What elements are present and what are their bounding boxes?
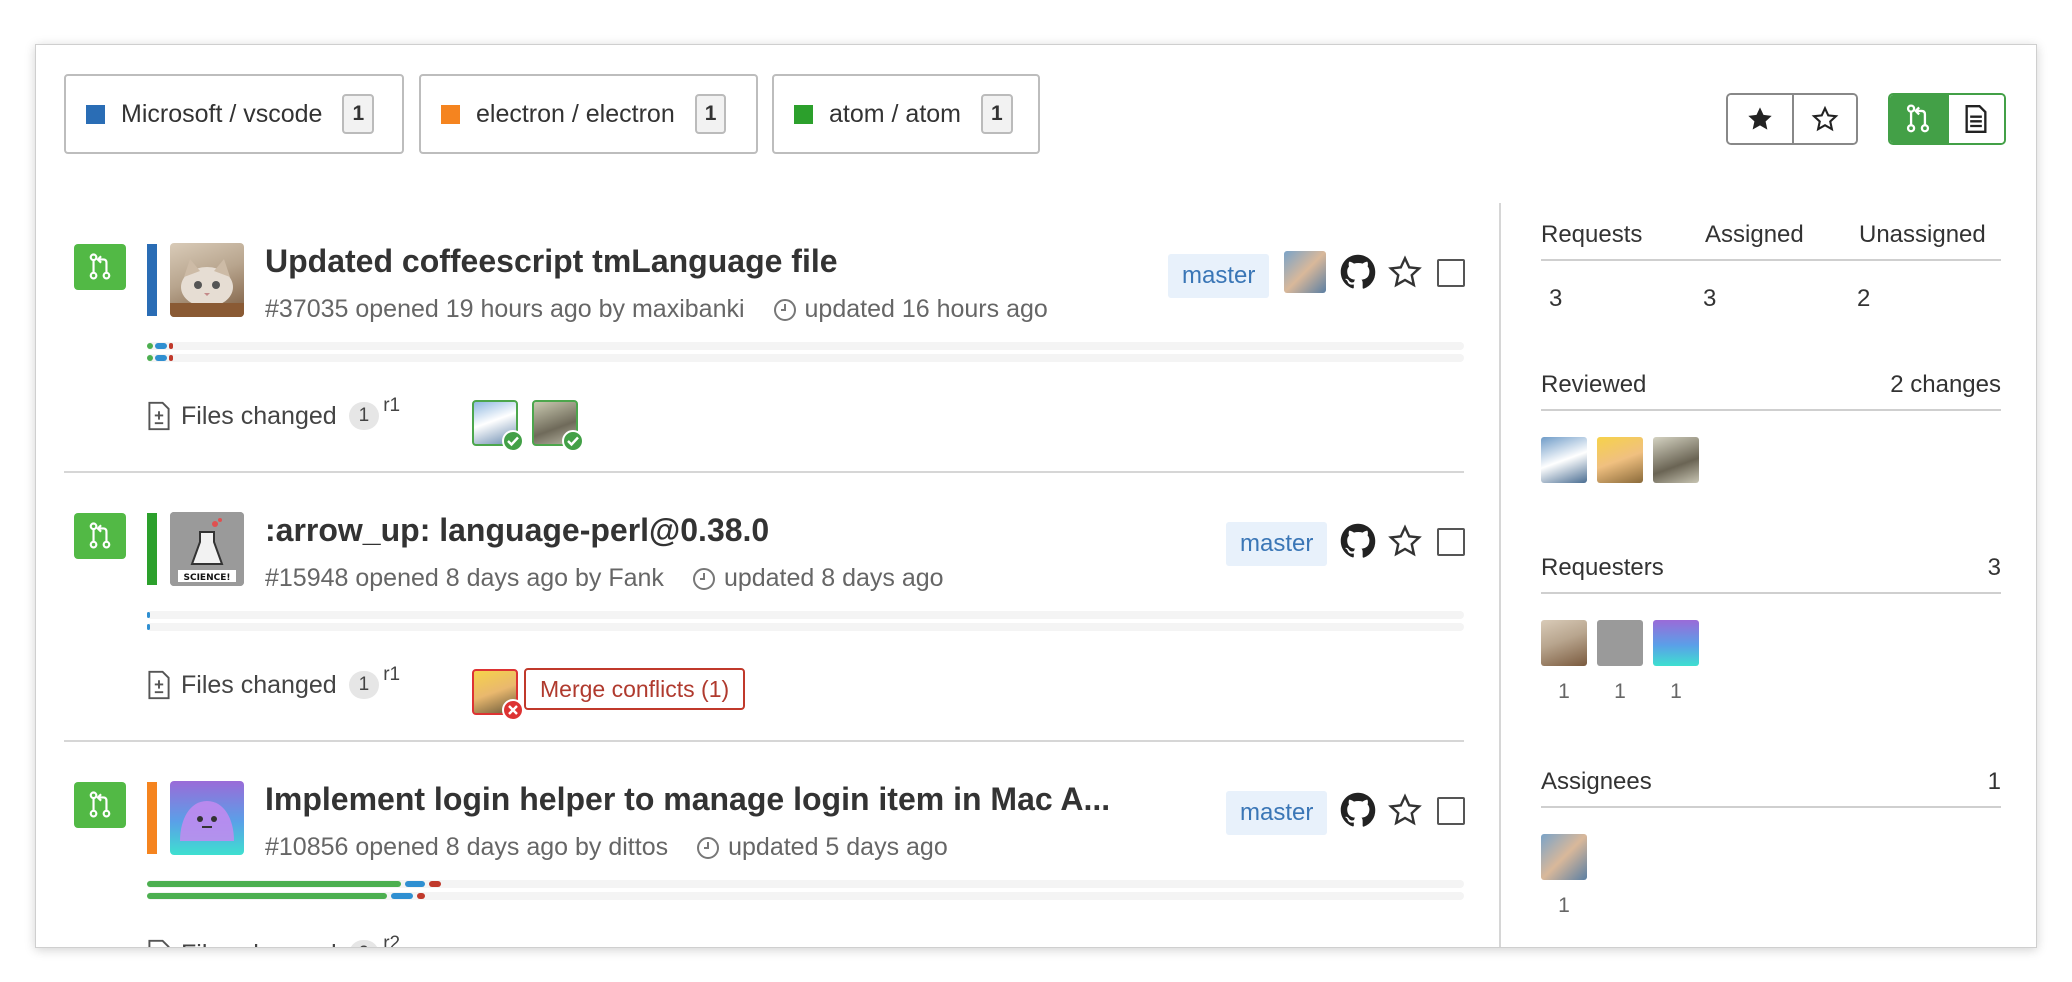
files-changed[interactable]: Files changed 9 r2 <box>147 933 400 948</box>
diff-segment-added <box>147 881 401 887</box>
requester-avatar[interactable] <box>1597 620 1643 666</box>
assignees-header: Assignees 1 <box>1541 768 2001 808</box>
requester-avatar[interactable] <box>1653 620 1699 666</box>
files-count-badge: 9 <box>348 940 380 947</box>
sidebar-assignees: Assignees 1 1 <box>1541 768 2001 947</box>
pr-updated-text: updated 5 days ago <box>728 833 948 861</box>
requester-count: 1 <box>1558 680 1570 703</box>
star-outline-button[interactable] <box>1792 95 1856 143</box>
stats-header-row: Requests Assigned Unassigned <box>1541 221 2001 261</box>
branch-label[interactable]: master <box>1226 791 1328 835</box>
diff-bar <box>147 892 1464 900</box>
stats-value-requests: 3 <box>1549 285 1563 312</box>
requester-count: 1 <box>1614 680 1626 703</box>
sidebar-requesters: Requesters 3 1 1 1 <box>1541 554 2001 734</box>
files-changed-label: Files changed <box>181 940 337 948</box>
document-icon <box>1965 105 1987 133</box>
author-avatar[interactable] <box>170 781 244 855</box>
pull-request-icon <box>1907 104 1930 133</box>
reviewed-value: 2 changes <box>1890 371 2001 398</box>
star-outline-icon[interactable] <box>1387 792 1423 828</box>
reviewer-avatar[interactable] <box>1597 437 1643 483</box>
stats-header-requests[interactable]: Requests <box>1541 221 1705 249</box>
reviewed-header: Reviewed 2 changes <box>1541 371 2001 411</box>
star-filter-group <box>1726 93 1858 145</box>
assignees-label: Assignees <box>1541 768 1652 795</box>
pr-status-button[interactable] <box>74 782 126 828</box>
star-outline-icon <box>1811 105 1839 132</box>
stats-value-unassigned: 2 <box>1857 285 1871 312</box>
requester-count: 1 <box>1670 680 1682 703</box>
pr-title-link[interactable]: Implement login helper to manage login i… <box>265 781 1110 818</box>
app-frame: Microsoft / vscode 1 electron / electron… <box>35 44 2037 948</box>
assignee-count: 1 <box>1558 894 1570 917</box>
star-filled-button[interactable] <box>1728 95 1792 143</box>
stats-value-assigned: 3 <box>1703 285 1717 312</box>
file-diff-icon <box>148 939 170 947</box>
pr-view-button[interactable] <box>1890 95 1947 143</box>
pull-request-icon <box>89 791 111 818</box>
requesters-header: Requesters 3 <box>1541 554 2001 594</box>
view-toggle-group <box>1888 93 2006 145</box>
reviewer-avatar[interactable] <box>1653 437 1699 483</box>
github-icon[interactable] <box>1340 792 1376 828</box>
sidebar-stats: Requests Assigned Unassigned 3 3 2 <box>1541 221 2001 351</box>
diff-segment-removed <box>417 893 425 899</box>
clock-icon <box>697 836 720 859</box>
doc-view-button[interactable] <box>1946 95 2004 143</box>
stats-header-assigned[interactable]: Assigned <box>1705 221 1859 249</box>
diff-segment-changed <box>391 893 413 899</box>
pr-opened-text: #10856 opened 8 days ago by dittos <box>265 833 669 861</box>
assignee-avatar[interactable] <box>1541 834 1587 880</box>
pr-item: Implement login helper to manage login i… <box>36 45 1465 948</box>
requesters-value: 3 <box>1987 554 2001 581</box>
stats-header-unassigned[interactable]: Unassigned <box>1859 221 1986 249</box>
reviewed-label: Reviewed <box>1541 371 1647 398</box>
requester-avatar[interactable] <box>1541 620 1587 666</box>
pr-select-checkbox[interactable] <box>1437 797 1465 825</box>
assignees-value: 1 <box>1987 768 2001 795</box>
diff-segment-changed <box>405 881 425 887</box>
diff-segment-added <box>147 893 387 899</box>
revision-label: r2 <box>383 933 401 948</box>
stats-values-row: 3 3 2 <box>1549 285 1870 313</box>
sidebar-reviewed: Reviewed 2 changes <box>1541 371 2001 501</box>
star-filled-icon <box>1748 107 1772 130</box>
diff-bar <box>147 880 1464 888</box>
diff-segment-removed <box>429 881 441 887</box>
repo-color-bar <box>147 782 157 854</box>
pr-meta: #10856 opened 8 days ago by dittos updat… <box>265 833 948 862</box>
reviewer-avatar[interactable] <box>1541 437 1587 483</box>
sidebar-separator <box>1499 203 1501 947</box>
requesters-label: Requesters <box>1541 554 1664 581</box>
